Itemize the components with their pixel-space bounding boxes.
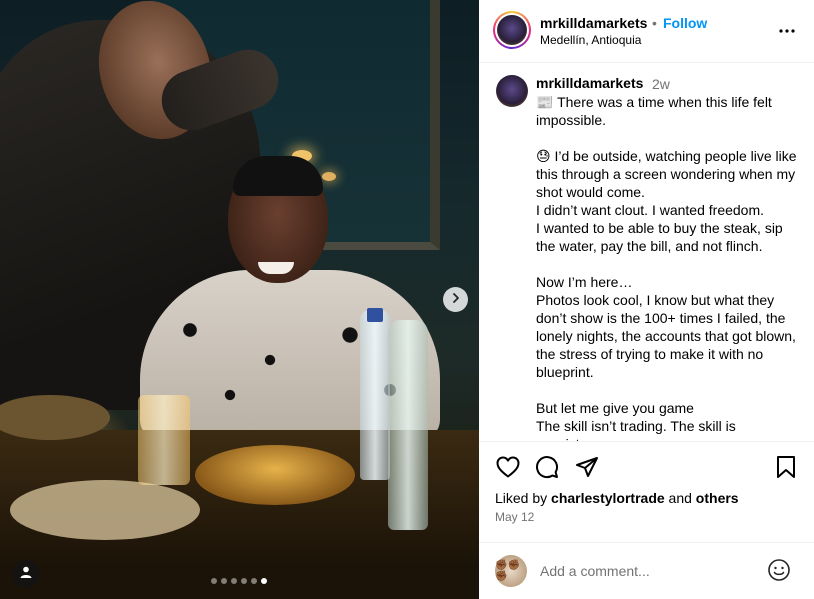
seated-person-hair (233, 156, 323, 196)
drinking-glass (138, 395, 190, 485)
background-light (322, 172, 336, 181)
caption-text: 📰 There was a time when this life felt i… (536, 94, 797, 441)
carousel-dot (261, 578, 267, 584)
likes-summary[interactable]: Liked by charlestylortrade and others (495, 490, 739, 506)
bookmark-icon (776, 455, 796, 484)
share-button[interactable] (574, 456, 600, 482)
caption-section: mrkilldamarkets 2w 📰 There was a time wh… (479, 63, 814, 441)
like-button[interactable] (495, 456, 521, 482)
liked-by-prefix: Liked by (495, 490, 552, 506)
food-bowl (195, 445, 355, 505)
water-bottle (388, 320, 428, 530)
caption-avatar[interactable] (496, 75, 528, 107)
carousel-dot (221, 578, 227, 584)
liked-by-others[interactable]: others (696, 490, 739, 506)
post-location[interactable]: Medellín, Antioquia (540, 33, 641, 47)
avatar-image (497, 15, 527, 45)
post-date[interactable]: May 12 (495, 510, 534, 524)
comment-button[interactable] (534, 455, 560, 484)
header-username[interactable]: mrkilldamarkets (540, 15, 647, 31)
smiley-icon (767, 558, 791, 587)
carousel-dot (241, 578, 247, 584)
user-tag-icon (19, 565, 33, 584)
carousel-dot (211, 578, 217, 584)
plate (10, 480, 200, 540)
comment-input[interactable] (540, 563, 760, 579)
carousel-dot (251, 578, 257, 584)
liked-by-user[interactable]: charlestylortrade (551, 490, 665, 506)
caption-username[interactable]: mrkilldamarkets (536, 75, 643, 91)
more-options-button[interactable] (777, 20, 797, 40)
commenter-avatar: ✊🏾✊🏾✊🏾 (495, 555, 527, 587)
bottle-cap (367, 308, 383, 322)
heart-icon (496, 456, 520, 483)
water-bottle (360, 310, 390, 480)
carousel-dot (231, 578, 237, 584)
emoji-picker-button[interactable] (767, 558, 791, 587)
liked-by-and: and (664, 490, 696, 506)
carousel-indicator (211, 578, 267, 584)
follow-button[interactable]: Follow (663, 15, 707, 31)
chevron-right-icon (450, 291, 462, 309)
share-icon (575, 455, 599, 484)
post-header: mrkilldamarkets • Follow Medellín, Antio… (479, 0, 814, 63)
comment-icon (535, 455, 559, 484)
next-slide-button[interactable] (443, 287, 468, 312)
tagged-users-button[interactable] (12, 560, 40, 588)
caption-timestamp[interactable]: 2w (652, 76, 670, 92)
separator-dot: • (652, 15, 657, 31)
commenter-avatar-glyph: ✊🏾✊🏾✊🏾 (495, 560, 520, 582)
post-photo[interactable] (0, 0, 479, 599)
more-horizontal-icon (778, 21, 796, 39)
post-details-panel: mrkilldamarkets • Follow Medellín, Antio… (479, 0, 814, 599)
save-button[interactable] (773, 455, 799, 484)
avatar[interactable] (493, 11, 531, 49)
action-bar: Liked by charlestylortrade and others Ma… (479, 441, 814, 599)
add-comment-row: ✊🏾✊🏾✊🏾 (479, 542, 814, 599)
